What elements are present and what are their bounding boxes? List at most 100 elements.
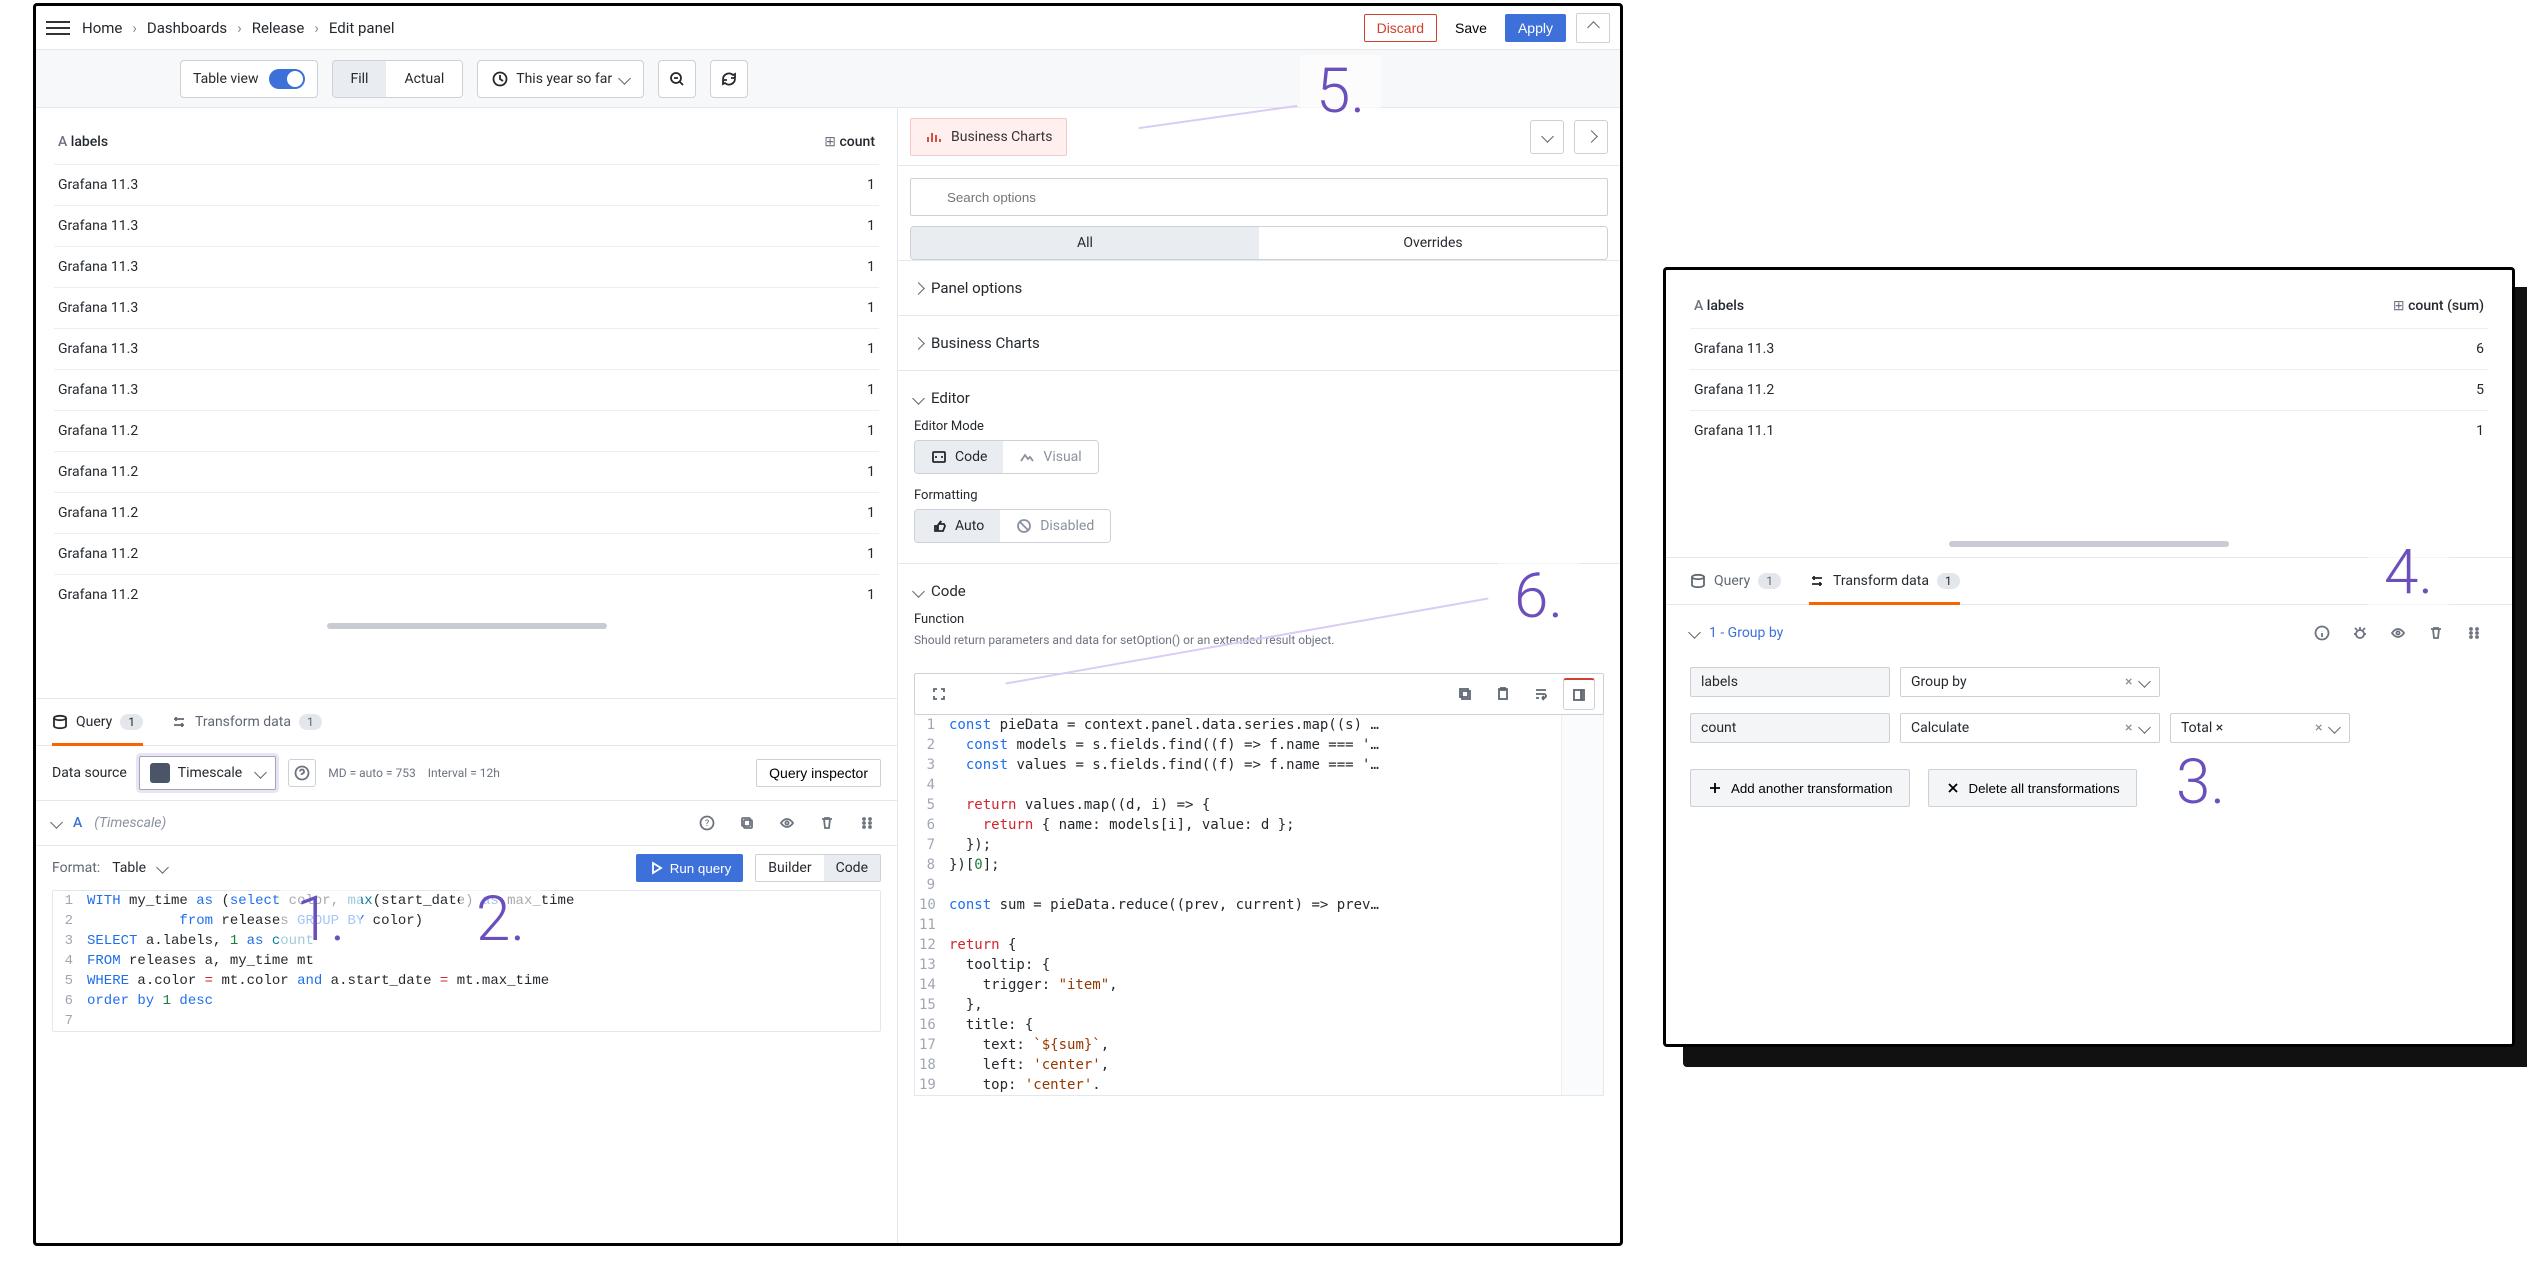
chevron-down-icon (914, 582, 923, 600)
tab-transform-label: Transform data (1833, 573, 1929, 589)
tab-transform[interactable]: Transform data 1 (171, 699, 322, 745)
table-view-toggle[interactable]: Table view (180, 60, 318, 98)
collapse-button[interactable] (1576, 13, 1610, 43)
viz-type-select[interactable]: Business Charts (910, 118, 1067, 156)
apply-button[interactable]: Apply (1505, 14, 1566, 42)
interval-text: Interval = 12h (428, 766, 500, 780)
expand-icon (931, 686, 947, 702)
datasource-help-button[interactable] (288, 759, 316, 787)
tab-transform[interactable]: Transform data 1 (1809, 558, 1960, 604)
preview-table: A labels ⊞ count Grafana 11.31 Grafana 1… (36, 108, 897, 698)
table-row: Grafana 11.31 (54, 205, 879, 246)
drag-handle[interactable] (853, 809, 881, 837)
transformation-title[interactable]: 1 - Group by (1709, 625, 1783, 641)
minimap-button[interactable] (1563, 678, 1595, 710)
add-transformation-button[interactable]: Add another transformation (1690, 769, 1910, 807)
wrap-button[interactable] (1525, 678, 1557, 710)
tab-query[interactable]: Query 1 (1690, 558, 1781, 604)
scrollbar[interactable] (327, 623, 607, 629)
save-button[interactable]: Save (1443, 15, 1499, 41)
search-options-wrap (898, 166, 1620, 226)
refresh-icon (721, 71, 737, 87)
run-query-button[interactable]: Run query (636, 854, 744, 882)
chevron-down-icon[interactable] (52, 815, 61, 831)
zoom-out-button[interactable] (658, 60, 696, 98)
field-labels-op-select[interactable]: Group by× (1900, 667, 2160, 697)
query-tabs: Query 1 Transform data 1 (36, 698, 897, 746)
delete-all-transformations-button[interactable]: Delete all transformations (1928, 769, 2137, 807)
breadcrumb-home[interactable]: Home (82, 19, 122, 37)
field-count-agg-select[interactable]: Total ×× (2170, 713, 2350, 743)
transformation-debug-button[interactable] (2346, 619, 2374, 647)
code-button[interactable]: Code (824, 855, 880, 881)
tab-query-label: Query (76, 714, 112, 730)
eye-icon (2390, 625, 2406, 641)
close-icon (1945, 780, 1961, 796)
breadcrumb-release[interactable]: Release (252, 19, 305, 37)
datasource-label: Data source (52, 765, 127, 781)
builder-button[interactable]: Builder (756, 855, 823, 881)
field-labels-name: labels (1690, 667, 1890, 697)
chevron-down-icon[interactable] (158, 860, 167, 876)
transformation-help-button[interactable] (2308, 619, 2336, 647)
time-range-picker[interactable]: This year so far (477, 60, 644, 98)
section-header-business-charts[interactable]: Business Charts (914, 326, 1604, 360)
js-code-editor[interactable]: 1const pieData = context.panel.data.seri… (914, 715, 1604, 1096)
formatting-auto[interactable]: Auto (915, 510, 1000, 542)
delete-query-button[interactable] (813, 809, 841, 837)
scrollbar[interactable] (1949, 541, 2229, 547)
formatting-segment: Auto Disabled (914, 509, 1111, 543)
viz-picker-expand[interactable] (1574, 120, 1608, 154)
plus-icon (1707, 780, 1723, 796)
discard-button[interactable]: Discard (1364, 14, 1437, 42)
query-help-button[interactable]: ? (693, 809, 721, 837)
format-value[interactable]: Table (112, 860, 146, 876)
section-header-panel-options[interactable]: Panel options (914, 271, 1604, 305)
menu-icon[interactable] (46, 16, 70, 40)
section-header-code[interactable]: Code (914, 574, 1604, 608)
expand-button[interactable] (923, 678, 955, 710)
datasource-row: Data source Timescale MD = auto = 753 In… (36, 746, 897, 801)
table-row: Grafana 11.31 (54, 328, 879, 369)
actual-button[interactable]: Actual (386, 61, 462, 97)
paste-code-button[interactable] (1487, 678, 1519, 710)
tab-all[interactable]: All (911, 227, 1259, 259)
viz-picker-dropdown[interactable] (1530, 120, 1564, 154)
query-inspector-button[interactable]: Query inspector (756, 759, 881, 787)
copy-code-button[interactable] (1449, 678, 1481, 710)
section-header-editor[interactable]: Editor (914, 381, 1604, 415)
query-name[interactable]: A (73, 815, 82, 831)
search-options-input[interactable] (910, 178, 1608, 216)
table-row: Grafana 11.21 (54, 533, 879, 574)
toggle-visibility-button[interactable] (773, 809, 801, 837)
editor-mode-visual[interactable]: Visual (1003, 441, 1097, 473)
copy-icon (739, 815, 755, 831)
field-count-name: count (1690, 713, 1890, 743)
editor-mode-label: Editor Mode (914, 419, 1604, 434)
duplicate-query-button[interactable] (733, 809, 761, 837)
transformation-delete-button[interactable] (2422, 619, 2450, 647)
tab-overrides[interactable]: Overrides (1259, 227, 1607, 259)
table-row: Grafana 11.21 (54, 574, 879, 615)
tab-query[interactable]: Query 1 (52, 699, 143, 745)
breadcrumb-dashboards[interactable]: Dashboards (147, 19, 227, 37)
breadcrumb-edit-panel[interactable]: Edit panel (329, 19, 395, 37)
refresh-button[interactable] (710, 60, 748, 98)
minimap[interactable] (1561, 715, 1603, 1095)
formatting-disabled[interactable]: Disabled (1000, 510, 1110, 542)
drag-handle[interactable] (2460, 619, 2488, 647)
datasource-select[interactable]: Timescale (139, 756, 276, 790)
fill-button[interactable]: Fill (333, 61, 387, 97)
transformation-visibility-button[interactable] (2384, 619, 2412, 647)
function-label: Function (914, 612, 1604, 627)
table-row: Grafana 11.31 (54, 287, 879, 328)
editor-mode-code[interactable]: Code (915, 441, 1003, 473)
code-icon (931, 449, 947, 465)
text-type-icon: A (1694, 298, 1707, 314)
format-label: Format: (52, 860, 100, 876)
chevron-down-icon[interactable] (1690, 625, 1699, 641)
time-range-label: This year so far (516, 71, 612, 87)
sql-editor[interactable]: 1WITH my_time as (select color, max(star… (52, 890, 881, 1032)
field-count-op-select[interactable]: Calculate× (1900, 713, 2160, 743)
column-count-header: ⊞ count (824, 134, 875, 150)
